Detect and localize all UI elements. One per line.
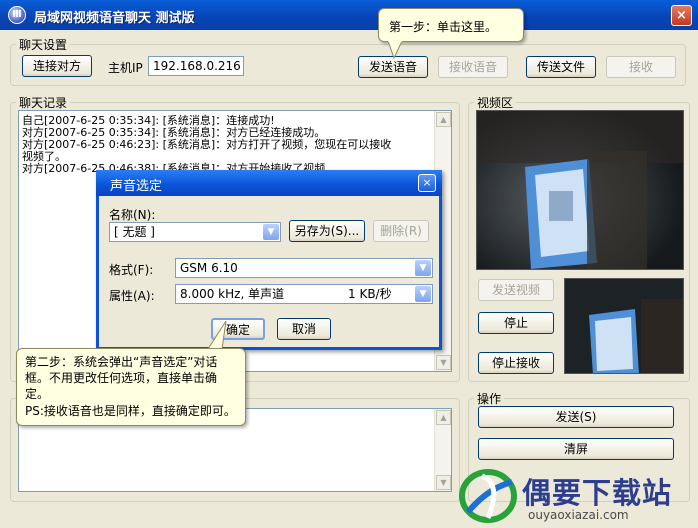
- receive-voice-button[interactable]: 接收语音: [438, 56, 508, 78]
- step1-tooltip: 第一步：单击这里。: [378, 8, 524, 42]
- chat-line: 对方[2007-6-25 0:46:23]: [系统消息]：对方打开了视频，您现…: [22, 138, 392, 151]
- chevron-down-icon[interactable]: ▼: [263, 224, 279, 240]
- watermark-logo-icon: [459, 469, 517, 523]
- dialog-close-icon[interactable]: ×: [418, 174, 436, 192]
- format-select[interactable]: GSM 6.10 ▼: [175, 258, 433, 278]
- send-message-button[interactable]: 发送(S): [478, 406, 674, 428]
- step2-tooltip-tail: [207, 320, 227, 350]
- step2-line: PS:接收语音也是同样，直接确定即可。: [25, 404, 236, 418]
- attribute-select-value: 8.000 kHz, 单声道: [180, 287, 285, 301]
- format-select-value: GSM 6.10: [180, 261, 238, 275]
- chevron-down-icon[interactable]: ▼: [415, 286, 431, 302]
- step2-tooltip: 第二步：系统会弹出“声音选定”对话 框。不用更改任何选项，直接单击确 定。 PS…: [16, 348, 246, 426]
- step2-line: 定。: [25, 387, 50, 401]
- step2-line: 框。不用更改任何选项，直接单击确: [25, 371, 218, 385]
- stop-receive-button[interactable]: 停止接收: [478, 352, 554, 374]
- remote-video: [476, 110, 684, 270]
- local-video: [564, 278, 684, 374]
- send-voice-button[interactable]: 发送语音: [358, 56, 428, 78]
- save-as-button[interactable]: 另存为(S)...: [289, 220, 365, 242]
- video-label: 视频区: [474, 94, 517, 111]
- delete-button[interactable]: 删除(R): [373, 220, 429, 242]
- connect-button[interactable]: 连接对方: [22, 55, 92, 77]
- operations-label: 操作: [474, 390, 505, 407]
- step1-text: 第一步：单击这里。: [389, 20, 498, 34]
- name-select[interactable]: [ 无题 ] ▼: [109, 222, 281, 242]
- name-select-value: [ 无题 ]: [114, 225, 155, 239]
- dialog-title-bar: 声音选定 ×: [96, 170, 442, 196]
- host-ip-input[interactable]: 192.168.0.216: [148, 56, 244, 76]
- remote-video-frame: [477, 111, 683, 269]
- sound-select-dialog: 声音选定 × 名称(N): [ 无题 ] ▼ 另存为(S)... 删除(R) 格…: [96, 170, 442, 350]
- attribute-select[interactable]: 8.000 kHz, 单声道 1 KB/秒 ▼: [175, 284, 433, 304]
- host-ip-label: 主机IP: [108, 61, 143, 75]
- clear-screen-button[interactable]: 清屏: [478, 438, 674, 460]
- name-label: 名称(N):: [109, 208, 156, 222]
- dialog-title: 声音选定: [110, 179, 163, 194]
- format-label: 格式(F):: [109, 263, 154, 277]
- scroll-up-icon[interactable]: ▲: [436, 410, 451, 425]
- chat-settings-label: 聊天设置: [16, 36, 71, 53]
- scroll-down-icon[interactable]: ▼: [436, 475, 451, 490]
- app-icon: Ⅲ: [8, 6, 26, 24]
- watermark-brand: 偶要下载站: [522, 476, 673, 510]
- chat-log-label: 聊天记录: [16, 94, 71, 111]
- scroll-down-icon[interactable]: ▼: [436, 355, 451, 370]
- stop-video-button[interactable]: 停止: [478, 312, 554, 334]
- attribute-label: 属性(A):: [109, 289, 155, 303]
- step2-line: 第二步：系统会弹出“声音选定”对话: [25, 355, 218, 369]
- message-scrollbar[interactable]: ▲ ▼: [434, 409, 451, 491]
- title-bar: Ⅲ 局域网视频语音聊天 测试版 ×: [0, 0, 698, 30]
- step1-tooltip-tail: [387, 41, 403, 59]
- cancel-button[interactable]: 取消: [277, 318, 331, 340]
- attribute-rate: 1 KB/秒: [348, 287, 392, 301]
- chevron-down-icon[interactable]: ▼: [415, 260, 431, 276]
- watermark-url: ouyaoxiazai.com: [528, 508, 629, 522]
- receive-file-button[interactable]: 接收: [606, 56, 676, 78]
- send-file-button[interactable]: 传送文件: [526, 56, 596, 78]
- send-video-button[interactable]: 发送视频: [478, 279, 554, 301]
- window-title: 局域网视频语音聊天 测试版: [34, 11, 195, 26]
- local-video-frame: [565, 279, 683, 373]
- window-close-button[interactable]: ×: [671, 5, 692, 26]
- scroll-up-icon[interactable]: ▲: [436, 112, 451, 127]
